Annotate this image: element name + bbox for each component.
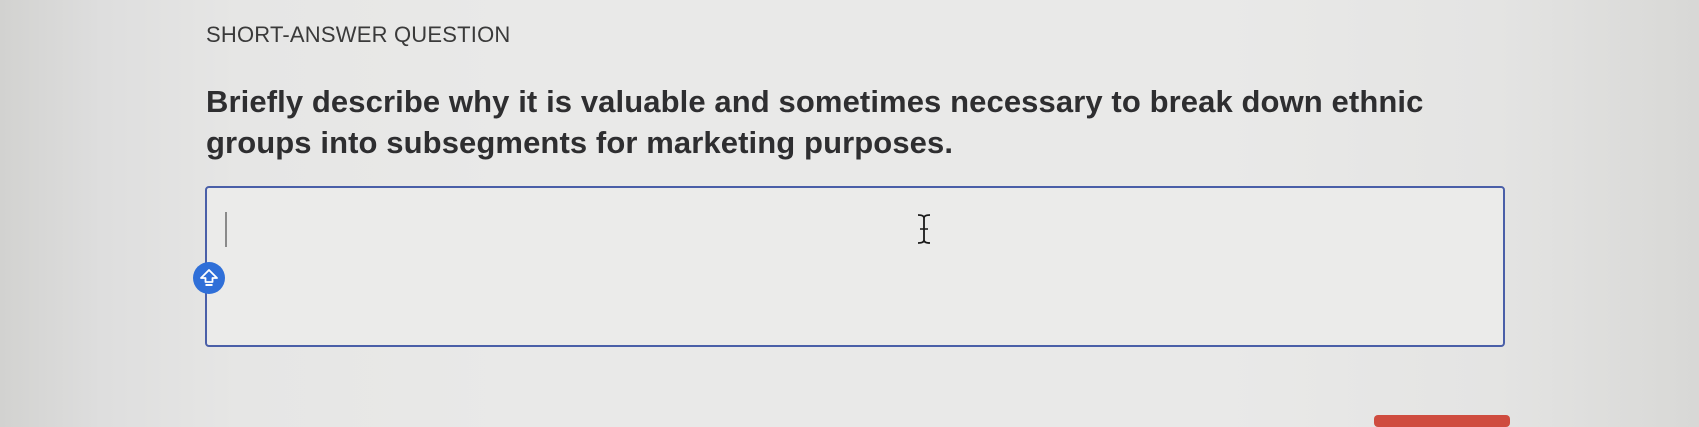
submit-button-edge[interactable] (1374, 415, 1510, 427)
question-type-label: SHORT-ANSWER QUESTION (206, 22, 511, 47)
shift-arrow-icon[interactable] (193, 262, 225, 294)
answer-text-field[interactable] (193, 186, 1505, 347)
text-caret (225, 212, 227, 247)
text-cursor-icon (917, 214, 931, 249)
question-prompt: Briefly describe why it is valuable and … (206, 84, 1424, 160)
question-panel: SHORT-ANSWER QUESTION Briefly describe w… (0, 0, 1699, 427)
